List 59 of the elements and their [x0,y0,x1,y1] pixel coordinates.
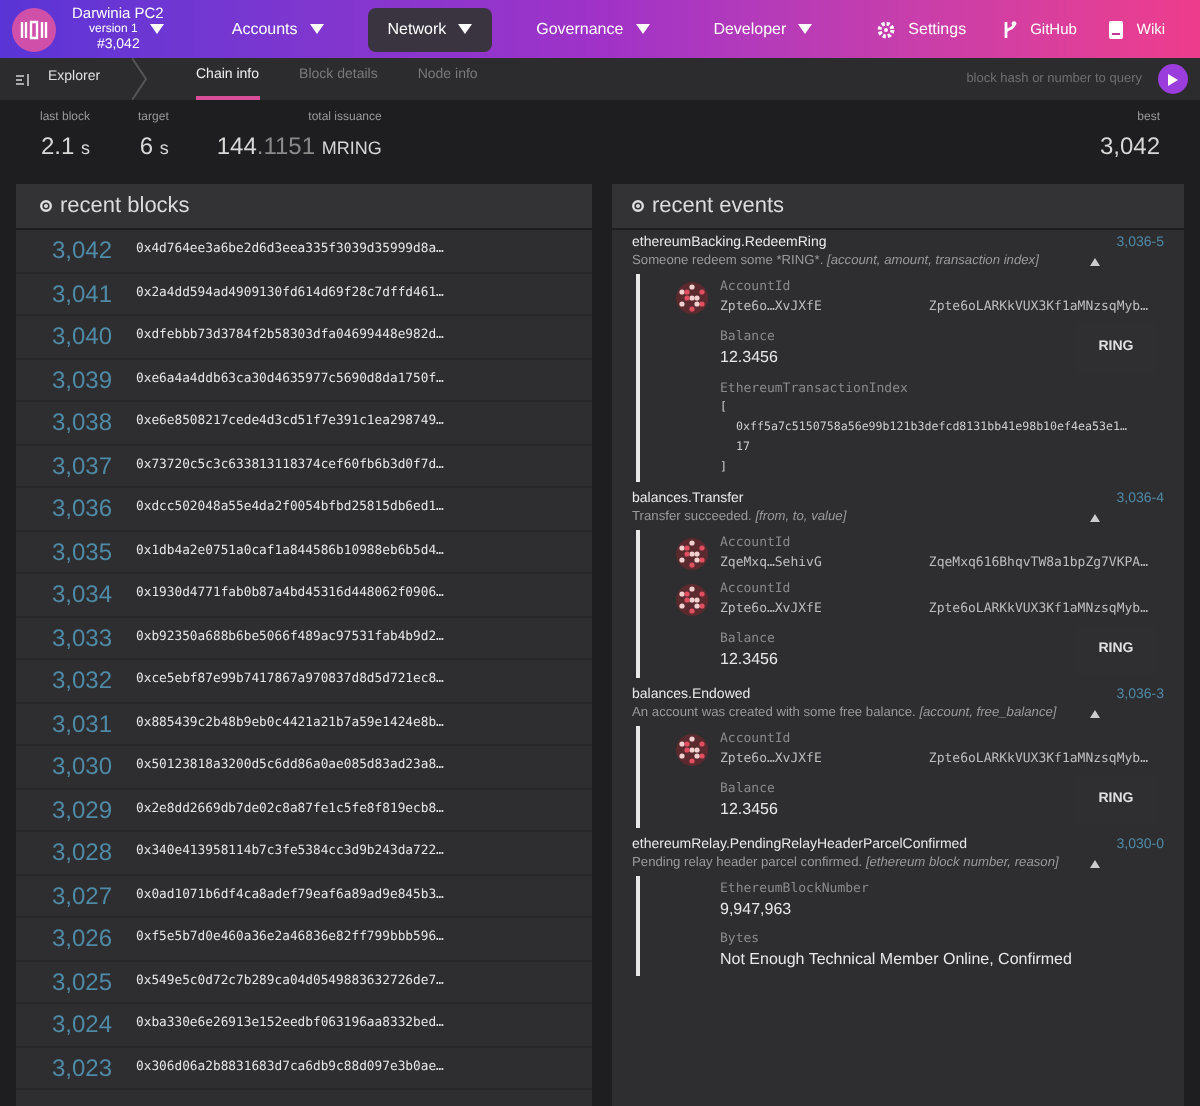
bullet-icon [632,200,644,212]
block-number[interactable]: 3,029 [16,791,112,828]
settings-icon [876,19,897,39]
caret-icon [458,24,473,34]
block-number[interactable]: 3,035 [16,533,112,570]
identicon-icon [676,281,708,313]
nav-menu-item[interactable]: Developer [693,7,833,51]
identicon-icon [676,537,708,569]
panel-title: recent events [652,191,785,222]
block-number[interactable]: 3,030 [16,748,112,785]
collapse-caret-icon[interactable] [1090,514,1101,522]
play-button[interactable] [1158,64,1188,94]
summary-value: 144.1151 MRING [216,130,382,164]
block-number[interactable]: 3,037 [16,447,112,484]
explorer-icon [16,73,32,85]
caret-icon [149,24,164,34]
balance-value: 12.3456 [720,798,780,820]
collapse-caret-icon[interactable] [1090,710,1101,718]
collapse-caret-icon[interactable] [1090,258,1101,266]
branch-icon [1002,19,1019,39]
block-number[interactable]: 3,040 [16,318,112,355]
block-number[interactable]: 3,026 [16,920,112,957]
block-number[interactable]: 3,023 [16,1049,112,1086]
nav-menu-item[interactable]: Network [367,7,493,51]
block-number[interactable]: 3,031 [16,705,112,742]
collapse-caret-icon[interactable] [1090,860,1101,868]
balance-value: 12.3456 [720,346,780,368]
play-icon [1168,73,1178,85]
block-number[interactable]: 3,027 [16,877,112,914]
text-value: Not Enough Technical Member Online, Confirmed [720,948,1074,972]
identicon-icon [676,583,708,615]
breadcrumb-chevron-icon [132,58,148,100]
summary-value: 3,042 [1099,130,1160,164]
bullet-icon [40,200,52,212]
block-number[interactable]: 3,038 [16,404,112,441]
panel-title: recent blocks [60,191,190,222]
book-icon [1108,19,1125,39]
caret-icon [309,24,324,34]
block-number[interactable]: 3,042 [16,232,112,269]
balance-value: 12.3456 [720,648,780,670]
summary-value: 2.1 s [40,130,91,164]
summary-value: 6 s [139,130,169,164]
nav-menu-item[interactable]: Accounts [211,7,344,51]
block-number[interactable]: 3,028 [16,834,112,871]
block-number[interactable]: 3,032 [16,662,112,699]
number-value: 9,947,963 [720,898,794,922]
chain-logo[interactable] [12,7,56,51]
block-number[interactable]: 3,024 [16,1006,112,1043]
block-number[interactable]: 3,025 [16,963,112,1000]
block-number[interactable]: 3,034 [16,576,112,613]
caret-icon [635,24,650,34]
identicon-icon [676,733,708,765]
caret-icon [798,24,813,34]
block-number[interactable]: 3,039 [16,361,112,398]
nav-menu-item[interactable]: Governance [516,7,670,51]
block-number[interactable]: 3,033 [16,619,112,656]
nav-menu-item[interactable]: Settings [856,7,987,51]
block-number[interactable]: 3,041 [16,275,112,312]
block-number[interactable]: 3,036 [16,490,112,527]
